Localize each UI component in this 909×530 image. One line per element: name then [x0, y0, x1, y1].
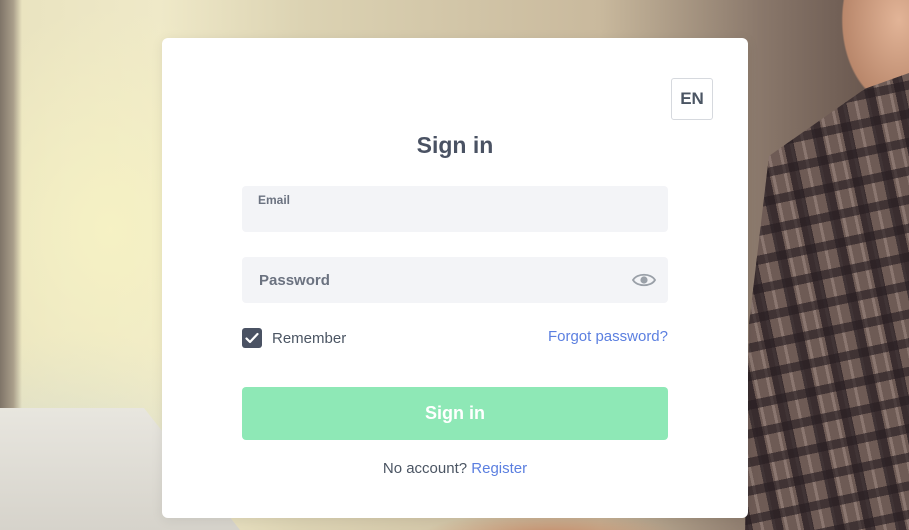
- remember-checkbox[interactable]: [242, 328, 262, 348]
- remember-checkbox-row[interactable]: Remember: [242, 328, 346, 348]
- register-link[interactable]: Register: [471, 460, 527, 477]
- eye-icon[interactable]: [632, 270, 656, 290]
- language-button[interactable]: EN: [671, 78, 713, 120]
- password-placeholder: Password: [259, 272, 330, 289]
- email-label: Email: [258, 193, 291, 207]
- sign-in-card: EN Sign in Email Password Remember Forgo…: [162, 38, 748, 518]
- email-field[interactable]: Email: [242, 186, 668, 232]
- sign-in-button[interactable]: Sign in: [242, 387, 668, 440]
- register-row: No account? Register: [162, 460, 748, 477]
- no-account-text: No account?: [382, 460, 468, 477]
- page-title: Sign in: [416, 132, 494, 158]
- password-field[interactable]: Password: [242, 257, 668, 303]
- window-frame: [0, 0, 22, 420]
- forgot-password-link[interactable]: Forgot password?: [548, 328, 668, 345]
- checkmark-icon: [245, 332, 259, 344]
- person-plaid-shirt: [745, 60, 909, 530]
- email-input[interactable]: [258, 207, 648, 227]
- remember-label: Remember: [272, 329, 347, 347]
